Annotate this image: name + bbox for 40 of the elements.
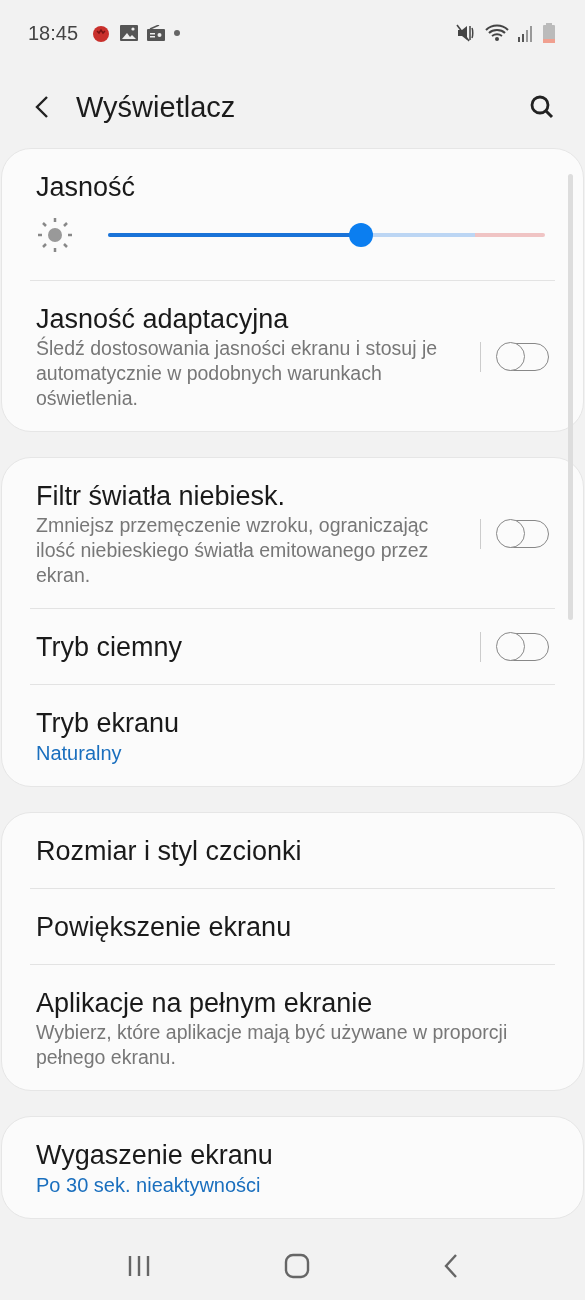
menu-setting[interactable]: Powiększenie ekranu: [30, 889, 555, 964]
setting-description: Zmniejsz przemęczenie wzroku, ograniczając ilość niebieskiego światła emitowanego przez ekran.: [36, 513, 430, 588]
setting-title: Powiększenie ekranu: [36, 911, 293, 944]
search-icon: [529, 94, 555, 120]
image-icon: [120, 25, 139, 41]
toggle-setting[interactable]: Tryb ciemny: [30, 609, 555, 684]
mute-icon: [456, 23, 476, 43]
toggle-setting[interactable]: Jasność adaptacyjna Śledź dostosowania jasności ekranu i stosuj je automatycznie w podobnych warunkach oświetlenia.: [30, 281, 555, 431]
sun-icon: [36, 216, 74, 254]
radio-icon: [147, 25, 166, 41]
setting-value: Naturalny: [36, 741, 123, 766]
setting-title: Jasność: [36, 171, 137, 204]
brightness-setting[interactable]: Jasność: [30, 149, 555, 280]
setting-description: Wybierz, które aplikacje mają być używane w proporcji pełnego ekranu.: [36, 1020, 509, 1070]
setting-title: Tryb ciemny: [36, 631, 184, 664]
recent-apps-icon: [126, 1255, 151, 1277]
brightness-slider[interactable]: [108, 223, 545, 247]
back-icon: [442, 1253, 459, 1279]
wifi-icon: [485, 23, 509, 43]
setting-title: Tryb ekranu: [36, 707, 181, 740]
battery-icon: [543, 23, 555, 43]
home-icon: [283, 1253, 310, 1279]
setting-title: Wygaszenie ekranu: [36, 1139, 274, 1172]
toggle-setting[interactable]: Filtr światła niebiesk. Zmniejsz przemęczenie wzroku, ograniczając ilość niebieskiego światła emitowanego przez ekran.: [30, 458, 555, 608]
status-time: 18:45: [28, 21, 79, 45]
menu-setting[interactable]: Rozmiar i styl czcionki: [30, 813, 555, 888]
page-title: Wyświetlacz: [76, 90, 236, 124]
app-icon: [91, 23, 112, 43]
menu-setting[interactable]: Wygaszenie ekranu Po 30 sek. nieaktywności: [30, 1117, 555, 1218]
setting-title: Aplikacje na pełnym ekranie: [36, 987, 374, 1020]
setting-title: Rozmiar i styl czcionki: [36, 835, 303, 868]
notification-dot-icon: [174, 30, 181, 36]
signal-icon: [518, 24, 534, 42]
setting-description: Śledź dostosowania jasności ekranu i stosuj je automatycznie w podobnych warunkach oświetlenia.: [36, 336, 439, 411]
menu-setting[interactable]: Tryb ekranu Naturalny: [30, 685, 555, 786]
setting-value: Po 30 sek. nieaktywności: [36, 1173, 262, 1198]
setting-title: Jasność adaptacyjna: [36, 303, 290, 336]
back-icon: [34, 95, 50, 119]
setting-title: Filtr światła niebiesk.: [36, 480, 287, 513]
menu-setting[interactable]: Aplikacje na pełnym ekranie Wybierz, które aplikacje mają być używane w proporcji pełnego ekranu.: [30, 965, 555, 1090]
